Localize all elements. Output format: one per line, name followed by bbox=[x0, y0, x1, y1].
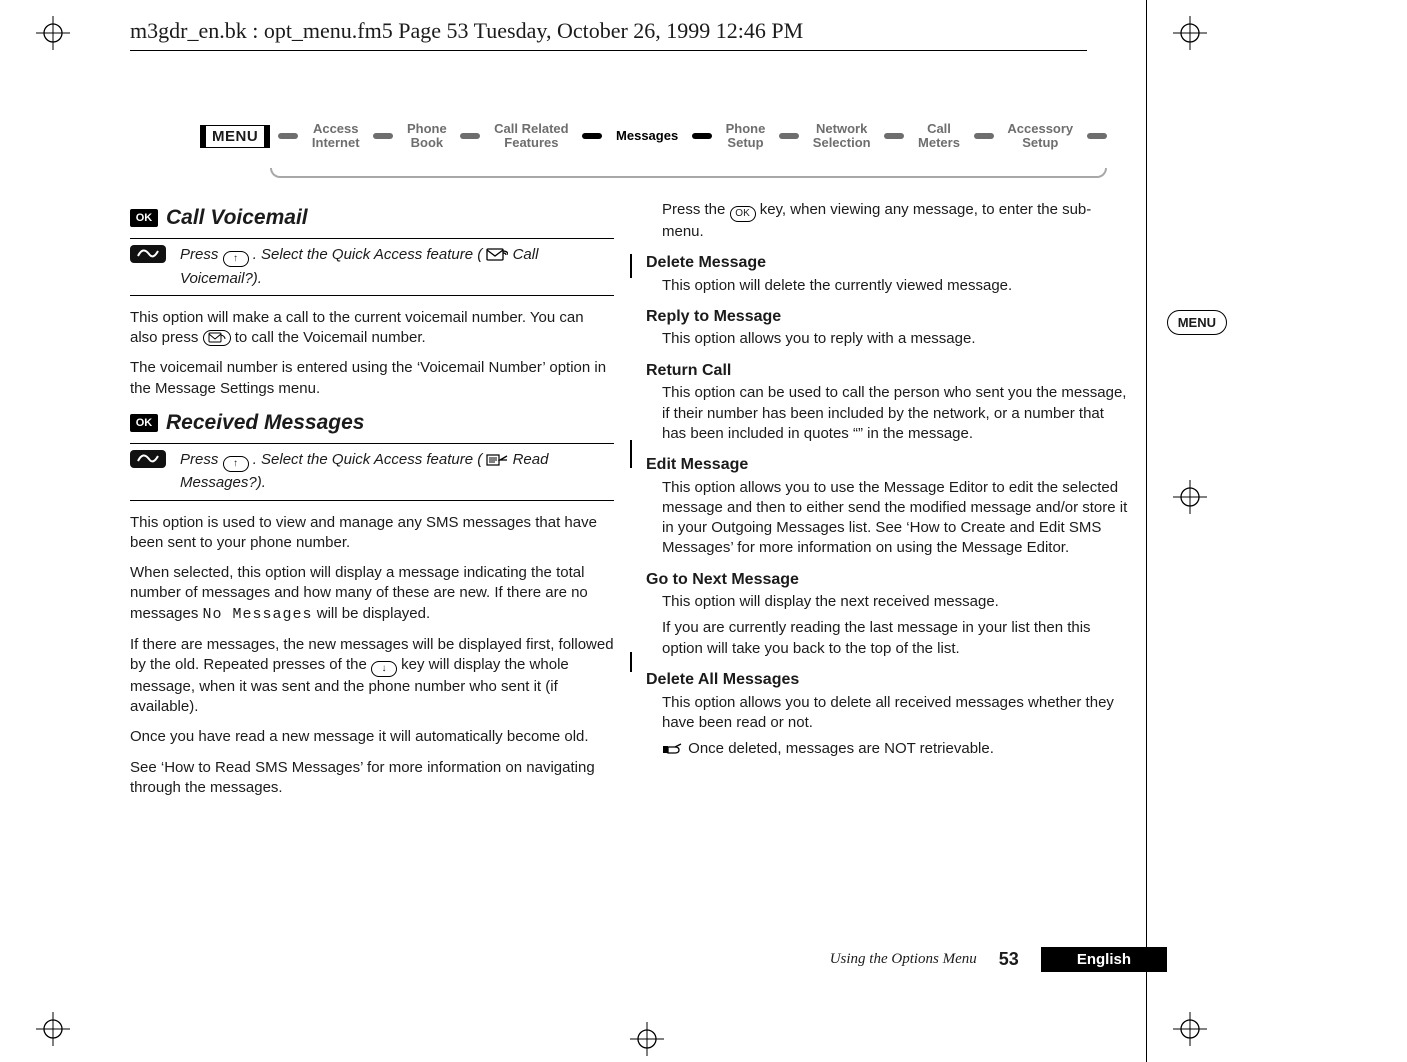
ok-badge-icon: OK bbox=[130, 209, 158, 227]
footer-language-badge: English bbox=[1041, 947, 1167, 972]
change-bar-icon bbox=[630, 652, 632, 672]
ribbon-item-call-meters: Call Meters bbox=[912, 122, 966, 149]
change-bar-icon bbox=[630, 254, 632, 278]
body-paragraph: If you are currently reading the last me… bbox=[662, 618, 1130, 659]
body-paragraph: See ‘How to Read SMS Messages’ for more … bbox=[130, 758, 614, 799]
menu-breadcrumb-ribbon: MENU Access Internet Phone Book Call Rel… bbox=[200, 104, 1107, 168]
cut-line bbox=[1146, 0, 1147, 1062]
ribbon-sep-icon bbox=[779, 133, 799, 139]
body-paragraph: This option allows you to delete all rec… bbox=[662, 693, 1130, 734]
ribbon-sep-icon bbox=[974, 133, 994, 139]
quick-access-box: Press ↑ . Select the Quick Access featur… bbox=[130, 443, 614, 501]
ribbon-item-accessory-setup: Accessory Setup bbox=[1001, 122, 1079, 149]
page-footer: Using the Options Menu 53 English bbox=[130, 947, 1167, 972]
up-key-icon: ↑ bbox=[223, 251, 249, 267]
sub-delete-message: Delete Message bbox=[646, 252, 1130, 274]
lcd-text: No Messages bbox=[203, 606, 313, 623]
crop-mark-icon bbox=[1173, 480, 1207, 514]
read-messages-icon bbox=[486, 453, 508, 473]
body-paragraph: This option will delete the currently vi… bbox=[662, 276, 1130, 296]
qa-text: . Select the Quick Access feature ( bbox=[253, 451, 483, 468]
envelope-key-icon bbox=[203, 330, 231, 346]
ribbon-item-phone-book: Phone Book bbox=[401, 122, 453, 149]
ribbon-sep-icon bbox=[692, 133, 712, 139]
ribbon-sep-icon bbox=[460, 133, 480, 139]
sub-edit-message: Edit Message bbox=[646, 454, 1130, 476]
sub-delete-all-messages: Delete All Messages bbox=[646, 669, 1130, 691]
footer-page-number: 53 bbox=[999, 949, 1019, 970]
ok-badge-icon: OK bbox=[130, 414, 158, 432]
quick-access-icon bbox=[130, 245, 166, 263]
change-bar-icon bbox=[630, 440, 632, 468]
page-body: OK Call Voicemail Press ↑ . Select the Q… bbox=[130, 200, 1130, 808]
qa-text: . Select the Quick Access feature ( bbox=[253, 246, 483, 263]
menu-root-pill: MENU bbox=[200, 125, 270, 148]
note-hand-icon bbox=[662, 742, 684, 762]
quick-access-box: Press ↑ . Select the Quick Access featur… bbox=[130, 238, 614, 296]
voicemail-envelope-icon bbox=[486, 248, 508, 268]
down-key-icon: ↓ bbox=[371, 661, 397, 677]
note-paragraph: Once deleted, messages are NOT retrievab… bbox=[662, 739, 1130, 762]
sub-return-call: Return Call bbox=[646, 360, 1130, 382]
crop-mark-icon bbox=[36, 1012, 70, 1046]
qa-text: Press bbox=[180, 246, 223, 263]
menu-items: Access Internet Phone Book Call Related … bbox=[278, 122, 1107, 149]
crop-mark-icon bbox=[630, 1022, 664, 1056]
ribbon-item-network-selection: Network Selection bbox=[807, 122, 877, 149]
ribbon-item-call-related-features: Call Related Features bbox=[488, 122, 574, 149]
body-paragraph: When selected, this option will display … bbox=[130, 563, 614, 625]
ribbon-underline bbox=[270, 168, 1107, 178]
section-call-voicemail: OK Call Voicemail bbox=[130, 204, 614, 232]
ribbon-sep-icon bbox=[373, 133, 393, 139]
ribbon-sep-icon bbox=[582, 133, 602, 139]
ribbon-sep-icon bbox=[1087, 133, 1107, 139]
crop-mark-icon bbox=[1173, 16, 1207, 50]
body-paragraph: This option will display the next receiv… bbox=[662, 592, 1130, 612]
ok-key-icon: OK bbox=[730, 206, 756, 222]
ribbon-item-messages: Messages bbox=[610, 129, 684, 143]
sub-go-to-next-message: Go to Next Message bbox=[646, 569, 1130, 591]
section-title: Received Messages bbox=[166, 409, 364, 437]
sub-reply-to-message: Reply to Message bbox=[646, 306, 1130, 328]
body-paragraph: Press the OK key, when viewing any messa… bbox=[662, 200, 1130, 242]
qa-text: Press bbox=[180, 451, 223, 468]
running-header: m3gdr_en.bk : opt_menu.fm5 Page 53 Tuesd… bbox=[130, 18, 1087, 51]
footer-chapter: Using the Options Menu bbox=[830, 951, 977, 968]
body-paragraph: Once you have read a new message it will… bbox=[130, 727, 614, 747]
ribbon-sep-icon bbox=[278, 133, 298, 139]
section-title: Call Voicemail bbox=[166, 204, 308, 232]
body-paragraph: This option allows you to reply with a m… bbox=[662, 329, 1130, 349]
up-key-icon: ↑ bbox=[223, 456, 249, 472]
side-menu-tab: MENU bbox=[1167, 310, 1227, 335]
body-paragraph: This option allows you to use the Messag… bbox=[662, 478, 1130, 559]
body-paragraph: The voicemail number is entered using th… bbox=[130, 358, 614, 399]
right-column: Press the OK key, when viewing any messa… bbox=[646, 200, 1130, 808]
crop-mark-icon bbox=[1173, 1012, 1207, 1046]
crop-mark-icon bbox=[36, 16, 70, 50]
ribbon-sep-icon bbox=[884, 133, 904, 139]
section-received-messages: OK Received Messages bbox=[130, 409, 614, 437]
ribbon-item-access-internet: Access Internet bbox=[306, 122, 366, 149]
body-paragraph: This option can be used to call the pers… bbox=[662, 383, 1130, 444]
body-paragraph: If there are messages, the new messages … bbox=[130, 635, 614, 718]
left-column: OK Call Voicemail Press ↑ . Select the Q… bbox=[130, 200, 614, 808]
ribbon-item-phone-setup: Phone Setup bbox=[720, 122, 772, 149]
body-paragraph: This option will make a call to the curr… bbox=[130, 308, 614, 349]
body-paragraph: This option is used to view and manage a… bbox=[130, 513, 614, 554]
quick-access-icon bbox=[130, 450, 166, 468]
